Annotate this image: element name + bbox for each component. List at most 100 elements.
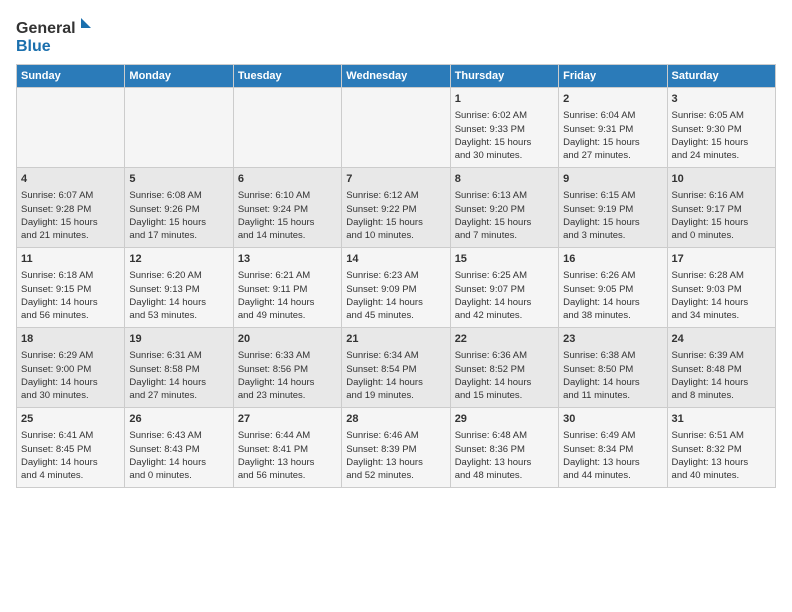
day-info: Sunset: 9:11 PM <box>238 283 337 296</box>
calendar-cell: 8Sunrise: 6:13 AMSunset: 9:20 PMDaylight… <box>450 168 558 248</box>
day-info: and 23 minutes. <box>238 389 337 402</box>
calendar-cell: 28Sunrise: 6:46 AMSunset: 8:39 PMDayligh… <box>342 408 450 488</box>
day-info: and 30 minutes. <box>455 149 554 162</box>
day-info: Sunset: 8:32 PM <box>672 443 771 456</box>
calendar-cell: 23Sunrise: 6:38 AMSunset: 8:50 PMDayligh… <box>559 328 667 408</box>
day-number: 12 <box>129 252 228 267</box>
day-info: and 49 minutes. <box>238 309 337 322</box>
day-info: Daylight: 15 hours <box>563 216 662 229</box>
day-info: and 44 minutes. <box>563 469 662 482</box>
day-info: and 27 minutes. <box>563 149 662 162</box>
day-info: Daylight: 14 hours <box>563 296 662 309</box>
weekday-header: Monday <box>125 65 233 88</box>
day-info: Sunset: 8:45 PM <box>21 443 120 456</box>
calendar-cell: 31Sunrise: 6:51 AMSunset: 8:32 PMDayligh… <box>667 408 775 488</box>
day-info: Daylight: 13 hours <box>563 456 662 469</box>
day-info: Sunrise: 6:16 AM <box>672 189 771 202</box>
day-info: and 38 minutes. <box>563 309 662 322</box>
day-info: Sunset: 9:24 PM <box>238 203 337 216</box>
day-info: Daylight: 15 hours <box>563 136 662 149</box>
day-info: Sunset: 8:48 PM <box>672 363 771 376</box>
day-number: 1 <box>455 92 554 107</box>
calendar-cell: 6Sunrise: 6:10 AMSunset: 9:24 PMDaylight… <box>233 168 341 248</box>
day-info: and 30 minutes. <box>21 389 120 402</box>
day-info: Daylight: 15 hours <box>672 216 771 229</box>
day-info: Daylight: 15 hours <box>238 216 337 229</box>
day-info: and 7 minutes. <box>455 229 554 242</box>
day-number: 10 <box>672 172 771 187</box>
day-info: Sunrise: 6:28 AM <box>672 269 771 282</box>
weekday-header: Friday <box>559 65 667 88</box>
day-info: Sunrise: 6:36 AM <box>455 349 554 362</box>
day-number: 16 <box>563 252 662 267</box>
day-info: Daylight: 15 hours <box>672 136 771 149</box>
day-info: Daylight: 14 hours <box>129 456 228 469</box>
calendar-cell: 12 Sunrise: 6:20 AMSunset: 9:13 PMDayligh… <box>125 248 233 328</box>
day-info: Sunset: 9:30 PM <box>672 123 771 136</box>
day-info: Sunrise: 6:20 AM <box>129 269 228 282</box>
day-info: Daylight: 15 hours <box>21 216 120 229</box>
day-info: Sunset: 9:13 PM <box>129 283 228 296</box>
day-info: Sunset: 9:07 PM <box>455 283 554 296</box>
day-info: and 10 minutes. <box>346 229 445 242</box>
day-number: 17 <box>672 252 771 267</box>
day-info: Sunset: 8:56 PM <box>238 363 337 376</box>
day-info: Sunset: 9:00 PM <box>21 363 120 376</box>
day-info: Sunset: 8:54 PM <box>346 363 445 376</box>
day-number: 13 <box>238 252 337 267</box>
day-info: Sunrise: 6:26 AM <box>563 269 662 282</box>
day-number: 11 <box>21 252 120 267</box>
day-number: 27 <box>238 412 337 427</box>
day-number: 15 <box>455 252 554 267</box>
day-info: Sunrise: 6:29 AM <box>21 349 120 362</box>
day-info: Sunrise: 6:12 AM <box>346 189 445 202</box>
day-number: 21 <box>346 332 445 347</box>
day-info: and 0 minutes. <box>672 229 771 242</box>
day-info: Sunrise: 6:44 AM <box>238 429 337 442</box>
calendar-cell <box>17 88 125 168</box>
day-number: 3 <box>672 92 771 107</box>
day-info: and 11 minutes. <box>563 389 662 402</box>
day-info: and 0 minutes. <box>129 469 228 482</box>
calendar-cell: 22Sunrise: 6:36 AMSunset: 8:52 PMDayligh… <box>450 328 558 408</box>
day-info: Daylight: 14 hours <box>129 296 228 309</box>
day-info: Sunset: 9:15 PM <box>21 283 120 296</box>
day-info: Sunrise: 6:39 AM <box>672 349 771 362</box>
day-info: Sunrise: 6:23 AM <box>346 269 445 282</box>
day-number: 4 <box>21 172 120 187</box>
day-info: Sunrise: 6:38 AM <box>563 349 662 362</box>
day-info: Sunrise: 6:31 AM <box>129 349 228 362</box>
logo-icon: GeneralBlue <box>16 16 96 56</box>
day-info: Sunset: 9:31 PM <box>563 123 662 136</box>
day-number: 9 <box>563 172 662 187</box>
day-info: Daylight: 14 hours <box>238 296 337 309</box>
day-info: Sunset: 9:33 PM <box>455 123 554 136</box>
day-info: Sunset: 9:28 PM <box>21 203 120 216</box>
day-info: Sunrise: 6:13 AM <box>455 189 554 202</box>
day-info: and 4 minutes. <box>21 469 120 482</box>
day-info: Sunset: 8:58 PM <box>129 363 228 376</box>
day-number: 26 <box>129 412 228 427</box>
day-info: Sunset: 9:22 PM <box>346 203 445 216</box>
day-info: and 8 minutes. <box>672 389 771 402</box>
calendar-cell: 15Sunrise: 6:25 AMSunset: 9:07 PMDayligh… <box>450 248 558 328</box>
day-number: 22 <box>455 332 554 347</box>
day-number: 28 <box>346 412 445 427</box>
day-info: Sunrise: 6:25 AM <box>455 269 554 282</box>
day-number: 31 <box>672 412 771 427</box>
day-info: Sunrise: 6:21 AM <box>238 269 337 282</box>
day-info: Sunrise: 6:41 AM <box>21 429 120 442</box>
day-info: and 42 minutes. <box>455 309 554 322</box>
day-info: and 48 minutes. <box>455 469 554 482</box>
day-info: Sunrise: 6:43 AM <box>129 429 228 442</box>
day-info: Sunset: 8:50 PM <box>563 363 662 376</box>
day-info: and 14 minutes. <box>238 229 337 242</box>
day-info: Sunrise: 6:10 AM <box>238 189 337 202</box>
day-info: Sunrise: 6:07 AM <box>21 189 120 202</box>
day-number: 8 <box>455 172 554 187</box>
day-number: 20 <box>238 332 337 347</box>
day-info: and 40 minutes. <box>672 469 771 482</box>
day-info: Sunset: 9:26 PM <box>129 203 228 216</box>
svg-text:General: General <box>16 20 76 37</box>
svg-text:Blue: Blue <box>16 38 51 55</box>
